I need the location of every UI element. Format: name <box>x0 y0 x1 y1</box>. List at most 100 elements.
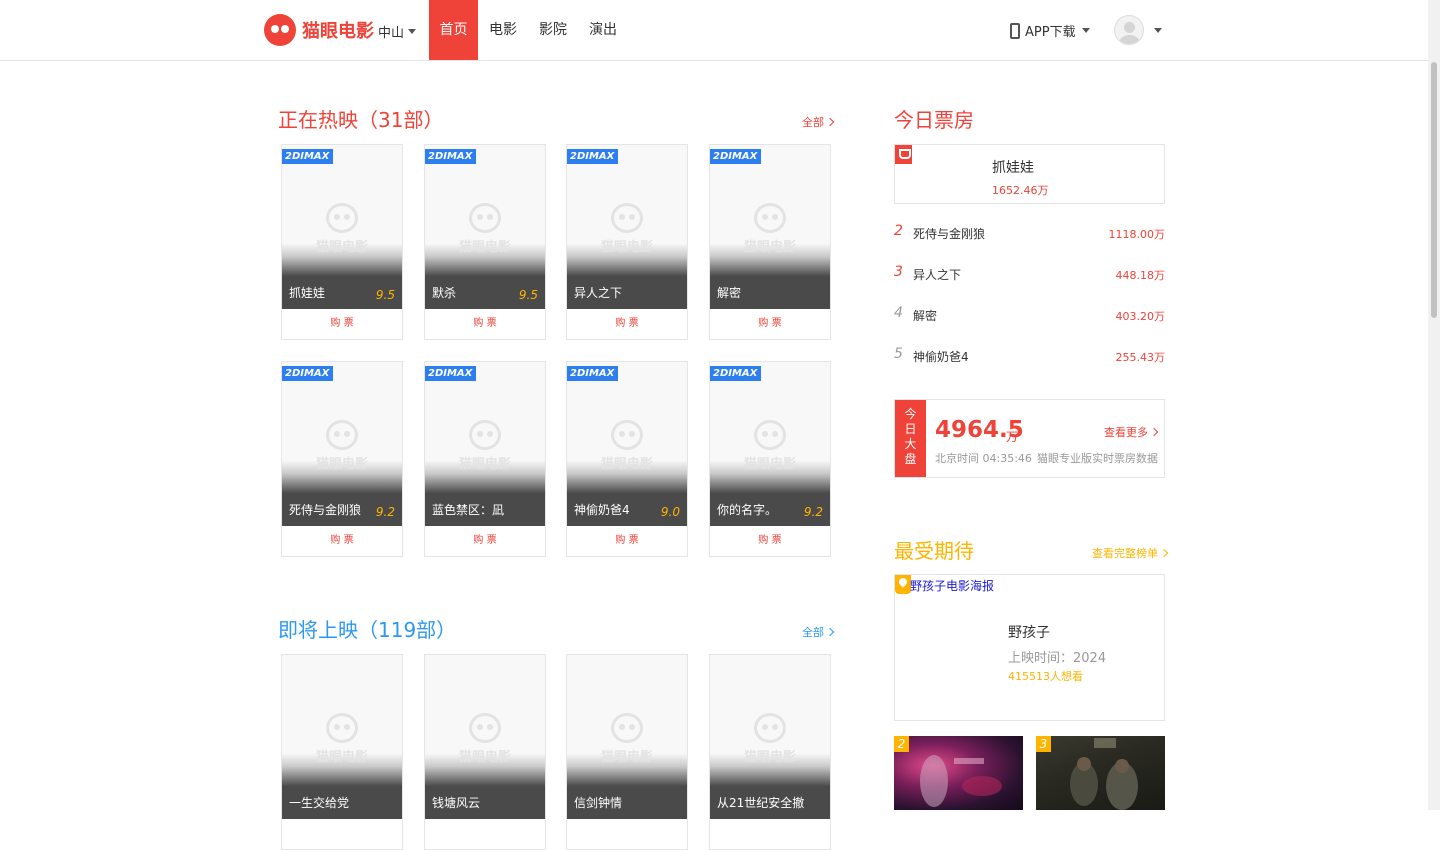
anticipated-top1[interactable]: 野孩子电影海报 野孩子 上映时间：2024 415513人想看 <box>894 574 1165 721</box>
poster-placeholder-brand: 猫眼电影 <box>743 750 796 765</box>
buy-ticket-button[interactable]: 购 票 <box>567 309 687 339</box>
movie-card[interactable]: 猫眼电影 钱塘风云 <box>424 654 546 850</box>
app-download-label: APP下载 <box>1025 25 1076 40</box>
brand-name: 猫眼电影 <box>302 21 374 42</box>
movie-card[interactable]: 猫眼电影 2DIMAX 神偷奶爸4 9.0 购 票 <box>566 361 688 557</box>
data-source-note: 猫眼专业版实时票房数据 <box>1037 452 1158 465</box>
movie-poster[interactable]: 猫眼电影 2DIMAX 异人之下 <box>567 145 687 309</box>
movie-poster[interactable]: 猫眼电影 2DIMAX 蓝色禁区：凪 <box>425 362 545 526</box>
movie-card[interactable]: 猫眼电影 2DIMAX 死侍与金刚狼 9.2 购 票 <box>281 361 403 557</box>
rank-box-value: 255.43万 <box>1115 351 1166 364</box>
app-download[interactable]: APP下载 <box>1010 21 1090 40</box>
chevron-down-icon[interactable] <box>1154 28 1162 33</box>
upcoming-title: 即将上映（119部） <box>278 618 457 642</box>
more-label: 全部 <box>802 116 824 129</box>
movie-poster[interactable]: 猫眼电影 2DIMAX 抓娃娃 9.5 <box>282 145 402 309</box>
chevron-down-icon <box>1081 28 1090 33</box>
page-scrollbar[interactable] <box>1428 0 1440 810</box>
cat-logo-icon <box>326 713 358 743</box>
movie-card[interactable]: 猫眼电影 2DIMAX 异人之下购 票 <box>566 144 688 340</box>
movie-name: 抓娃娃 <box>289 286 326 300</box>
imax-badge: 2DIMAX <box>425 366 477 381</box>
movie-name: 默杀 <box>432 286 457 300</box>
crown-icon <box>895 575 911 594</box>
top-header: 猫眼电影 中山 首页 电影 影院 演出 APP下载 <box>0 0 1428 61</box>
anticipated-movie-name: 野孩子 <box>1008 625 1050 641</box>
poster-placeholder-brand: 猫眼电影 <box>315 750 368 765</box>
movie-poster[interactable]: 猫眼电影 一生交给党 <box>282 655 402 819</box>
poster-placeholder-brand: 猫眼电影 <box>743 457 796 472</box>
cat-logo-icon <box>611 713 643 743</box>
upcoming-more[interactable]: 全部 <box>802 624 835 640</box>
release-date: 上映时间：2024 <box>1008 651 1107 666</box>
cat-logo-icon <box>754 203 786 233</box>
movie-poster[interactable]: 猫眼电影 信剑钟情 <box>567 655 687 819</box>
imax-badge: 2DIMAX <box>282 149 334 164</box>
buy-ticket-button[interactable]: 购 票 <box>710 309 830 339</box>
trophy-icon <box>895 145 912 164</box>
chevron-down-icon <box>408 29 417 34</box>
box-office-top1[interactable]: 抓娃娃 1652.46万 <box>894 144 1165 204</box>
buy-ticket-button[interactable]: 购 票 <box>282 526 402 556</box>
nav-movies[interactable]: 电影 <box>478 0 528 60</box>
movie-card[interactable]: 猫眼电影 2DIMAX 默杀 9.5 购 票 <box>424 144 546 340</box>
now-showing-more[interactable]: 全部 <box>802 114 835 130</box>
city-selector[interactable]: 中山 <box>378 22 417 41</box>
movie-name: 蓝色禁区：凪 <box>432 503 505 517</box>
anticipated-more[interactable]: 查看完整榜单 <box>1092 545 1169 561</box>
chevron-right-icon <box>825 117 835 127</box>
buy-ticket-button[interactable]: 购 票 <box>425 526 545 556</box>
more-label: 全部 <box>802 626 824 639</box>
movie-card[interactable]: 猫眼电影 2DIMAX 你的名字。 9.2 购 票 <box>709 361 831 557</box>
imax-badge: 2DIMAX <box>282 366 334 381</box>
nav-cinemas[interactable]: 影院 <box>528 0 578 60</box>
movie-card[interactable]: 猫眼电影 一生交给党 <box>281 654 403 850</box>
user-avatar[interactable] <box>1114 15 1144 45</box>
phone-icon <box>1010 22 1020 39</box>
movie-poster[interactable]: 猫眼电影 2DIMAX 神偷奶爸4 9.0 <box>567 362 687 526</box>
movie-poster[interactable]: 猫眼电影 2DIMAX 你的名字。 9.2 <box>710 362 830 526</box>
movie-name: 解密 <box>717 286 742 300</box>
buy-ticket-button[interactable]: 购 票 <box>710 526 830 556</box>
movie-card[interactable]: 猫眼电影 信剑钟情 <box>566 654 688 850</box>
chevron-right-icon <box>1149 427 1159 437</box>
movie-poster[interactable]: 猫眼电影 钱塘风云 <box>425 655 545 819</box>
movie-poster[interactable]: 猫眼电影 2DIMAX 解密 <box>710 145 830 309</box>
poster-placeholder-brand: 猫眼电影 <box>600 240 653 255</box>
cat-logo-icon <box>611 203 643 233</box>
rank-number: 4 <box>894 305 903 321</box>
movie-poster[interactable]: 猫眼电影从21世纪安全撤离 <box>710 655 830 819</box>
movie-poster[interactable]: 猫眼电影 2DIMAX 死侍与金刚狼 9.2 <box>282 362 402 526</box>
rank-row[interactable]: 4 解密 403.20万 <box>894 305 1165 325</box>
anticipated-poster-3[interactable]: 3 <box>1036 736 1165 810</box>
anticipated-poster-2[interactable]: 2 <box>894 736 1023 810</box>
beijing-time: 北京时间 04:35:46 <box>935 452 1032 465</box>
movie-poster[interactable]: 猫眼电影 2DIMAX 默杀 9.5 <box>425 145 545 309</box>
rank-row[interactable]: 3 异人之下 448.18万 <box>894 264 1165 284</box>
buy-ticket-button[interactable]: 购 票 <box>567 526 687 556</box>
rank-row[interactable]: 5 神偷奶爸4 255.43万 <box>894 346 1165 366</box>
movie-card[interactable]: 猫眼电影 2DIMAX 抓娃娃 9.5 购 票 <box>281 144 403 340</box>
anticipated-title: 最受期待 <box>894 539 974 563</box>
imax-badge: 2DIMAX <box>425 149 477 164</box>
movie-card[interactable]: 猫眼电影 2DIMAX 蓝色禁区：凪购 票 <box>424 361 546 557</box>
nav-shows[interactable]: 演出 <box>578 0 628 60</box>
buy-ticket-button[interactable]: 购 票 <box>425 309 545 339</box>
scrollbar-thumb[interactable] <box>1431 62 1437 318</box>
movie-score: 9.2 <box>375 505 395 519</box>
nav-home[interactable]: 首页 <box>429 0 478 60</box>
movie-name: 你的名字。 <box>717 503 778 517</box>
rank-box-value: 448.18万 <box>1115 269 1166 282</box>
more-label: 查看完整榜单 <box>1092 547 1158 560</box>
rank-number: 3 <box>894 264 903 280</box>
buy-ticket-button[interactable]: 购 票 <box>282 309 402 339</box>
brand-logo[interactable]: 猫眼电影 <box>264 14 374 46</box>
rank-row[interactable]: 2 死侍与金刚狼 1118.00万 <box>894 223 1165 243</box>
movie-name: 从21世纪安全撤离 <box>717 796 805 810</box>
box-office-title: 今日票房 <box>894 108 974 132</box>
movie-card[interactable]: 猫眼电影 2DIMAX 解密购 票 <box>709 144 831 340</box>
movie-card[interactable]: 猫眼电影从21世纪安全撤离 <box>709 654 831 850</box>
poster-placeholder-brand: 猫眼电影 <box>315 240 368 255</box>
imax-badge: 2DIMAX <box>710 366 762 381</box>
view-more-link[interactable]: 查看更多 <box>1104 424 1159 440</box>
